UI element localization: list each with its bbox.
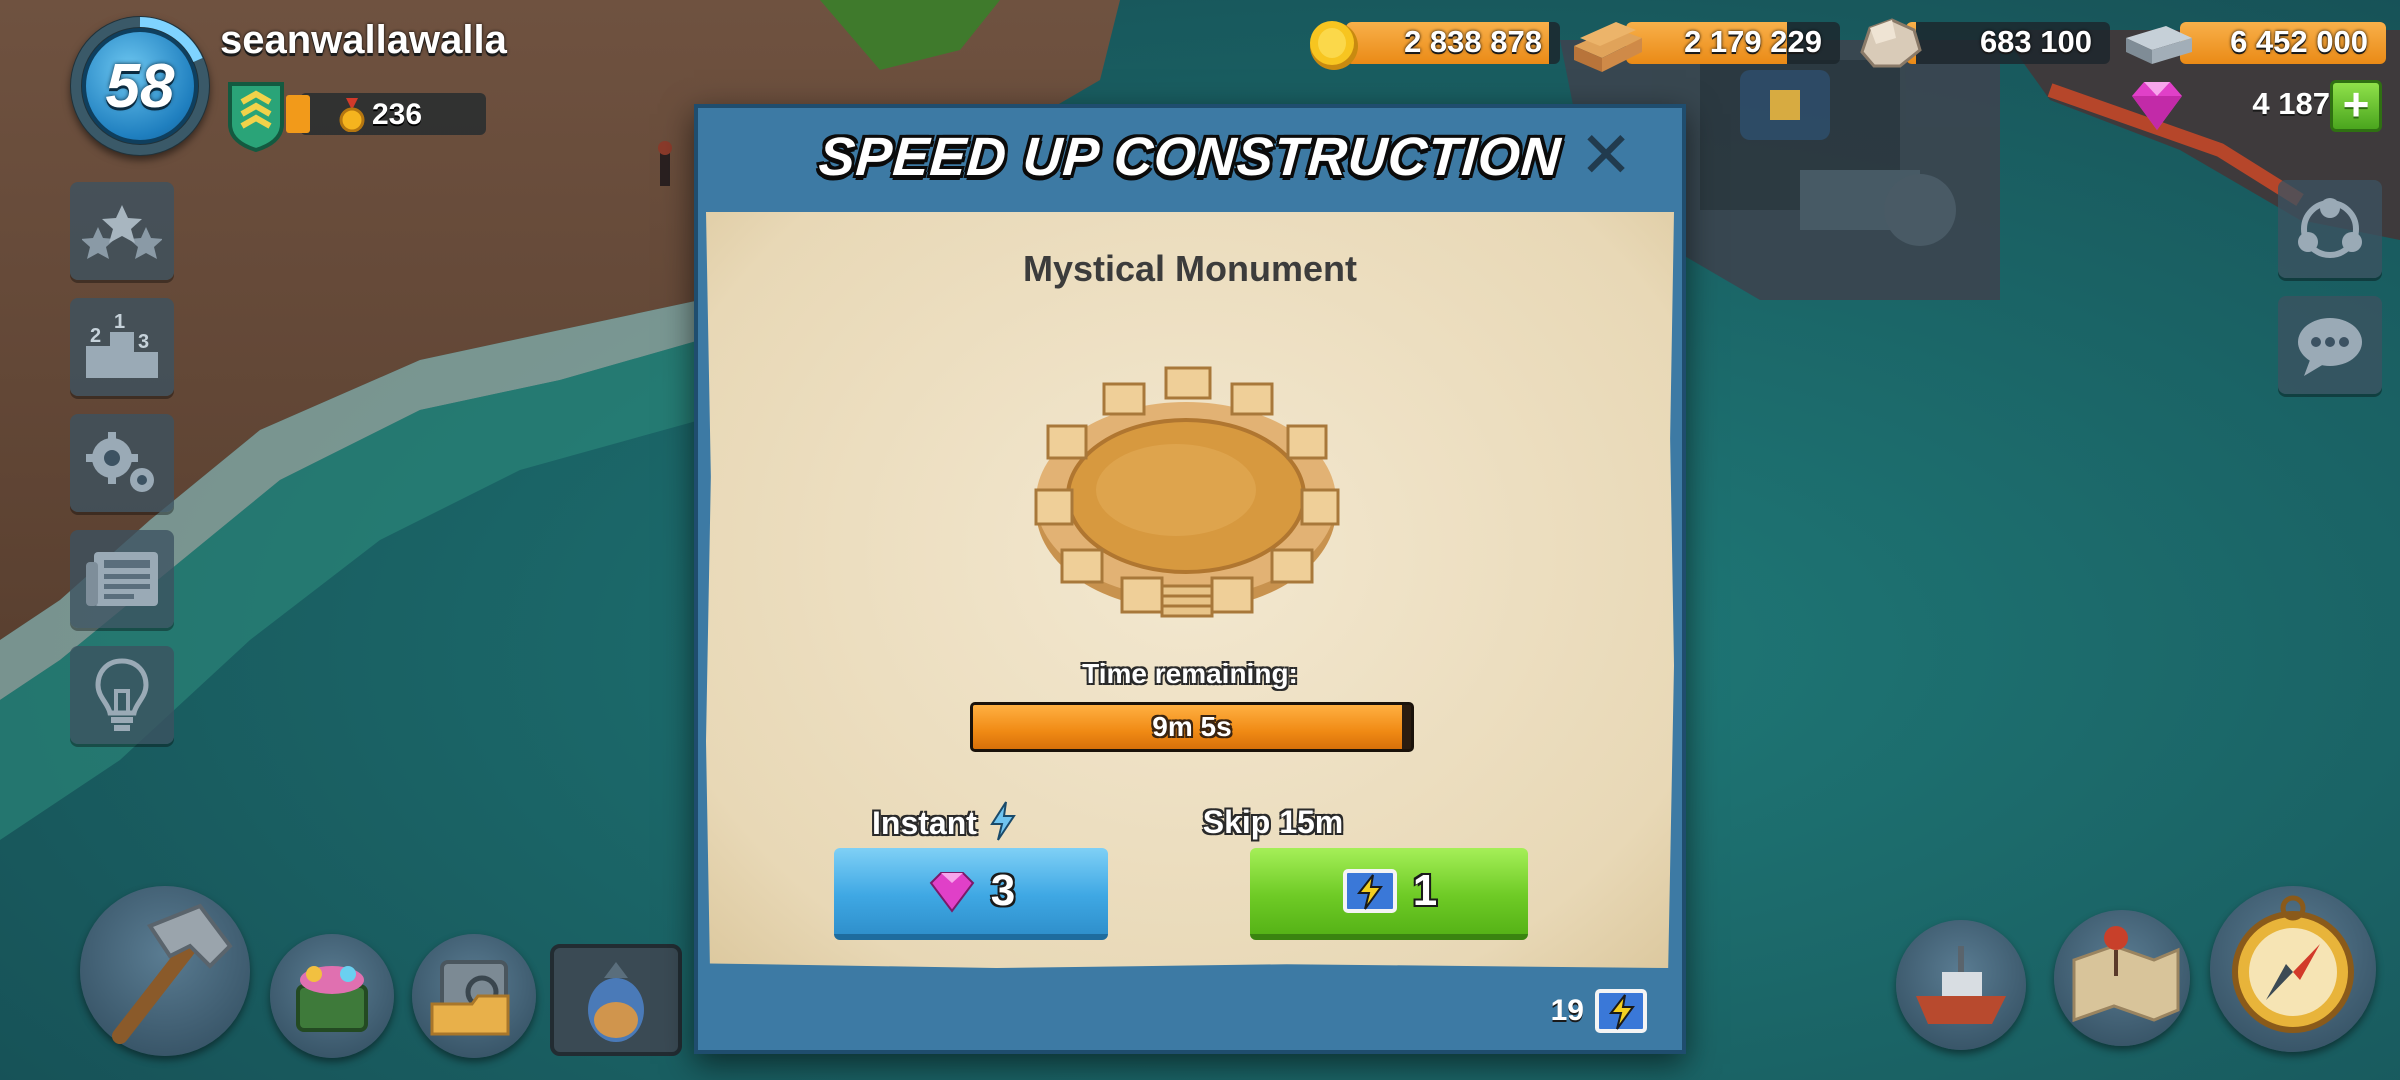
- mystical-monument-image: [1034, 366, 1340, 618]
- svg-text:2: 2: [90, 325, 101, 347]
- boost-ticket-icon: [1342, 869, 1397, 913]
- chat-button[interactable]: [2278, 296, 2382, 394]
- iron-value: 6 452 000: [2230, 24, 2368, 59]
- medal-icon: [339, 98, 365, 132]
- building-name: Mystical Monument: [1022, 248, 1358, 289]
- settings-button[interactable]: [70, 414, 174, 512]
- treasure-button[interactable]: [270, 934, 394, 1058]
- tips-lightbulb-icon: [95, 658, 149, 731]
- diamond-icon: [2132, 82, 2182, 130]
- leaderboard-icon: 1 2 3: [86, 312, 158, 378]
- rank-shield-icon[interactable]: [226, 78, 286, 152]
- time-progress-bar: 9m 5s: [970, 702, 1414, 752]
- svg-text:1: 1: [114, 312, 125, 333]
- wood-value: 2 179 229: [1684, 24, 1822, 59]
- treasure-chest-icon: [296, 966, 368, 1032]
- map-button[interactable]: [2054, 910, 2190, 1046]
- tips-button[interactable]: [70, 646, 174, 744]
- boat-icon: [1916, 946, 2006, 1024]
- diamond-count: 4 187: [2252, 86, 2330, 121]
- speed-up-dialog: SPEED UP CONSTRUCTION ✕ Mystical Monumen…: [694, 104, 1686, 1054]
- stone-value: 683 100: [1979, 24, 2092, 59]
- compass-icon: [2232, 895, 2354, 1033]
- skip-button[interactable]: 1: [1250, 848, 1528, 940]
- stars-icon: [82, 205, 162, 259]
- gold-coin-icon: [1310, 21, 1358, 70]
- gold-value: 2 838 878: [1404, 24, 1542, 59]
- stars-button[interactable]: [70, 182, 174, 280]
- settings-icon: [86, 432, 154, 492]
- player-level: 58: [82, 28, 198, 144]
- instant-button[interactable]: 3: [834, 848, 1108, 940]
- skip-cost: 1: [1412, 866, 1438, 915]
- player-level-badge[interactable]: 58: [70, 16, 210, 156]
- iron-icon: [2126, 26, 2192, 64]
- boost-ticket-icon: [1595, 989, 1647, 1033]
- time-remaining-value: 9m 5s: [1152, 711, 1232, 742]
- boost-ticket-count: 19: [1550, 994, 1584, 1027]
- diamond-icon: [929, 872, 975, 913]
- news-button[interactable]: [70, 530, 174, 628]
- leaderboard-button[interactable]: 1 2 3: [70, 298, 174, 396]
- build-button[interactable]: [80, 886, 250, 1056]
- task-force-button[interactable]: [2278, 180, 2382, 278]
- prototype-bomb-icon: [588, 962, 644, 1042]
- skip-label: Skip 15m: [1202, 804, 1344, 840]
- add-diamonds-button[interactable]: +: [2330, 80, 2382, 132]
- wood-icon: [1574, 22, 1642, 72]
- stone-icon: [1860, 18, 1922, 68]
- compass-button[interactable]: [2210, 886, 2376, 1052]
- instant-label-group: Instant: [872, 800, 1020, 842]
- medal-count: 236: [372, 98, 423, 131]
- player-name[interactable]: seanwallawalla: [220, 18, 507, 63]
- lightning-icon: [989, 801, 1016, 841]
- instant-cost: 3: [990, 866, 1016, 915]
- hammer-icon: [112, 903, 233, 1044]
- safe-folder-icon: [430, 960, 510, 1036]
- time-remaining-label: Time remaining:: [1082, 658, 1298, 689]
- chat-icon: [2298, 318, 2362, 376]
- intel-button[interactable]: [412, 934, 536, 1058]
- dialog-content: Mystical Monument Time remaining: 9m 5s …: [706, 212, 1674, 968]
- home-base-boat-button[interactable]: [1896, 920, 2026, 1050]
- weapon-lab-button[interactable]: [550, 944, 682, 1056]
- close-button[interactable]: ✕: [1576, 123, 1636, 187]
- instant-label: Instant: [872, 805, 977, 841]
- map-icon: [2072, 926, 2180, 1023]
- news-icon: [86, 552, 158, 606]
- task-force-icon: [2298, 198, 2362, 258]
- svg-text:3: 3: [138, 331, 149, 353]
- dialog-title: SPEED UP CONSTRUCTION: [816, 127, 1564, 187]
